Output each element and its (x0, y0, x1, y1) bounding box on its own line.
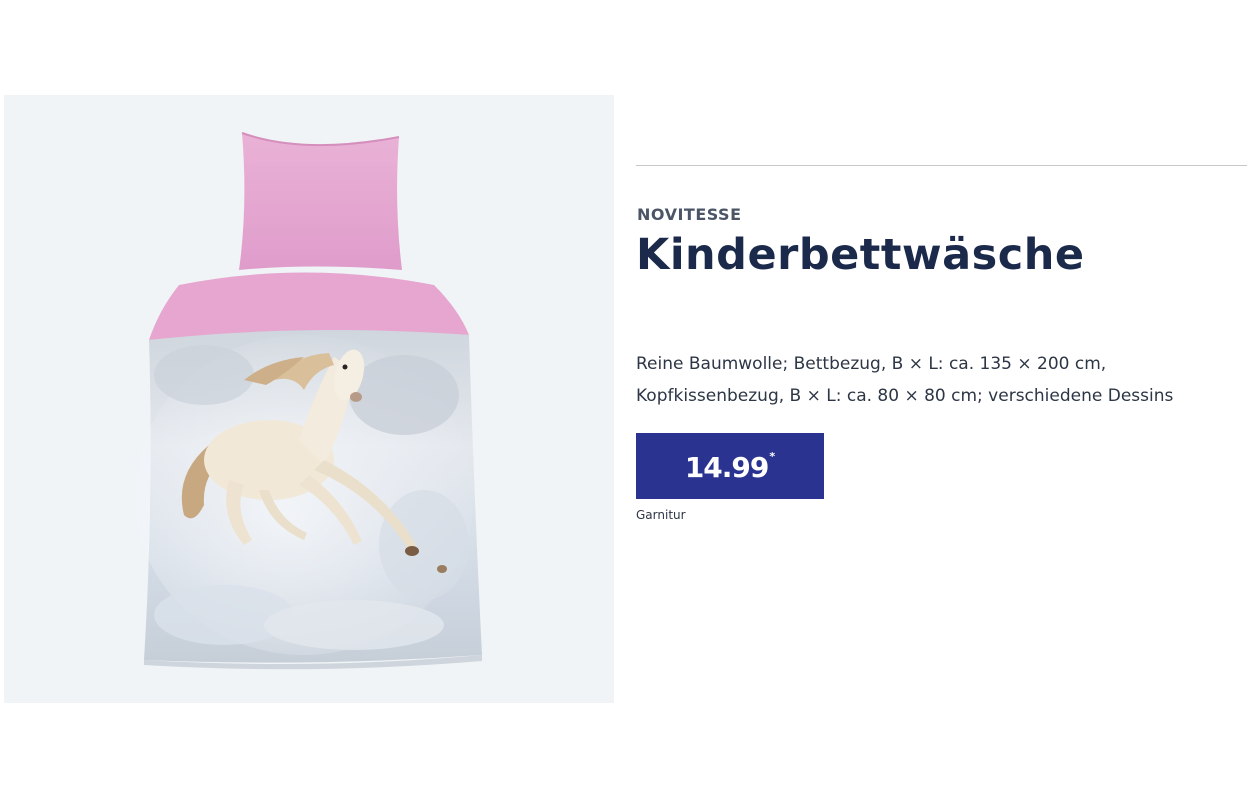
description-line: Kopfkissenbezug, B × L: ca. 80 × 80 cm; … (636, 386, 1174, 406)
price-unit: Garnitur (636, 508, 686, 522)
price-value: 14.99 (684, 450, 770, 484)
product-title: Kinderbettwäsche (636, 230, 1085, 280)
section-divider (636, 165, 1247, 166)
duvet-fold (149, 272, 469, 340)
product-image (134, 132, 482, 670)
product-image-panel[interactable] (4, 95, 614, 703)
price-box[interactable]: 14.99 * (636, 433, 824, 499)
product-description: Reine Baumwolle; Bettbezug, B × L: ca. 1… (636, 348, 1248, 412)
product-brand: NOVITESSE (637, 205, 742, 224)
price-footnote-mark: * (769, 449, 776, 463)
description-line: Reine Baumwolle; Bettbezug, B × L: ca. 1… (636, 354, 1107, 374)
pillow-shape (239, 133, 402, 270)
